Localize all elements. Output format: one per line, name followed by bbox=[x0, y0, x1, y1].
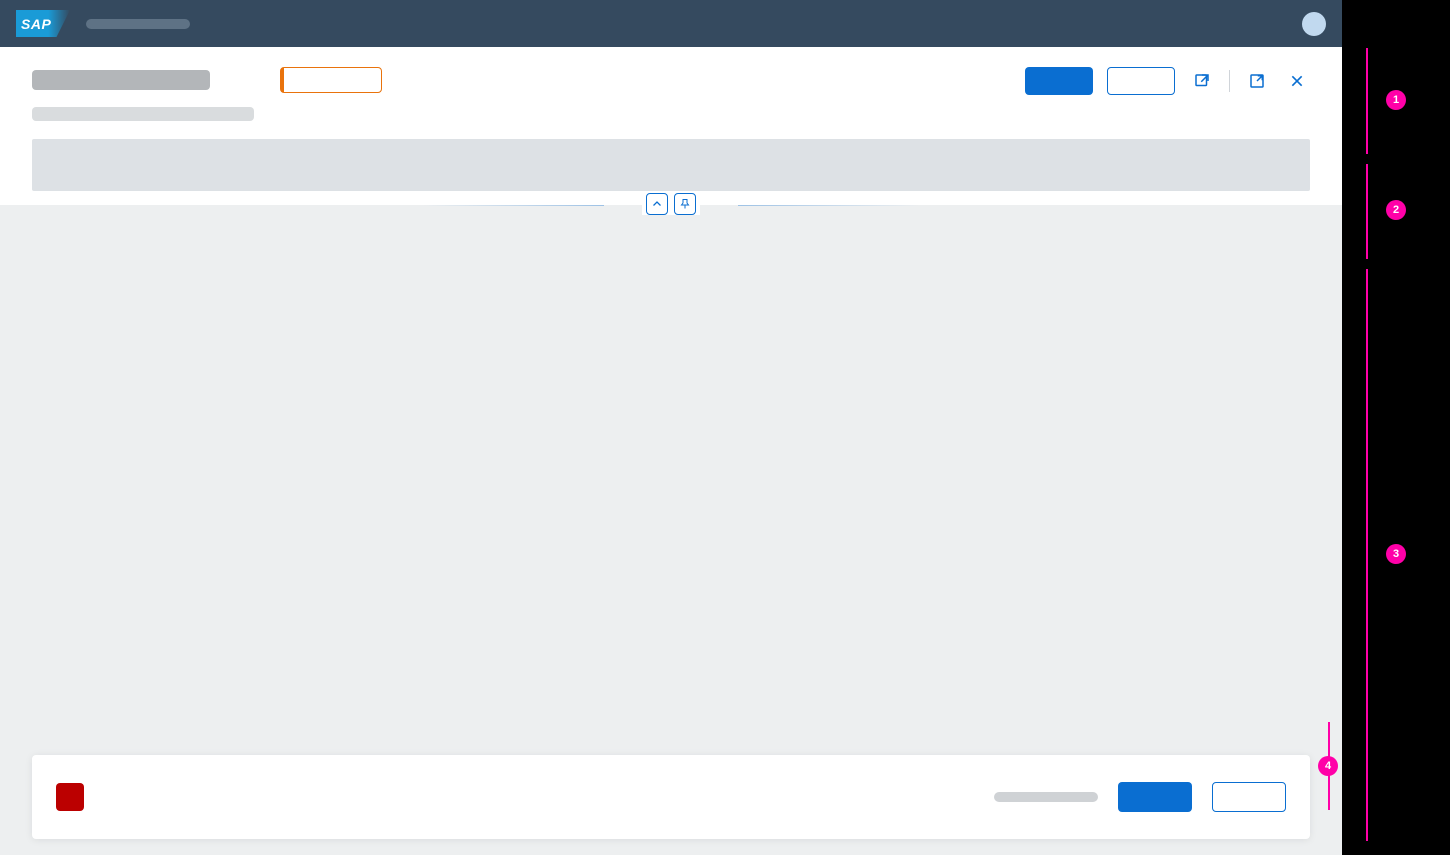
status-chip bbox=[280, 67, 382, 93]
shell-header: SAP bbox=[0, 0, 1342, 47]
footer-secondary-button[interactable] bbox=[1212, 782, 1286, 812]
page-header bbox=[0, 47, 1342, 205]
shell-header-left: SAP bbox=[16, 10, 190, 37]
title-row bbox=[32, 67, 1310, 121]
collapse-buttons-group bbox=[642, 193, 700, 215]
collapse-line-left bbox=[0, 205, 604, 206]
fullscreen-icon[interactable] bbox=[1244, 68, 1270, 94]
pin-icon[interactable] bbox=[674, 193, 696, 215]
footer-bar bbox=[32, 755, 1310, 839]
annotation-bracket-3 bbox=[1366, 269, 1368, 841]
info-bar bbox=[32, 139, 1310, 191]
annotation-bracket-2 bbox=[1366, 164, 1368, 259]
header-secondary-button[interactable] bbox=[1107, 67, 1175, 95]
footer-primary-button[interactable] bbox=[1118, 782, 1192, 812]
footer-left bbox=[56, 783, 100, 811]
footer-hint-placeholder bbox=[994, 792, 1098, 802]
title-line bbox=[32, 67, 382, 93]
sap-logo[interactable]: SAP bbox=[16, 10, 70, 37]
annotation-callout-4: 4 bbox=[1318, 756, 1338, 776]
user-avatar[interactable] bbox=[1302, 12, 1326, 36]
annotation-callout-2: 2 bbox=[1386, 200, 1406, 220]
footer-right bbox=[994, 782, 1286, 812]
close-icon[interactable] bbox=[1284, 68, 1310, 94]
annotation-panel: 1 2 3 4 bbox=[1342, 0, 1450, 855]
title-actions bbox=[1025, 67, 1310, 95]
header-primary-button[interactable] bbox=[1025, 67, 1093, 95]
vertical-divider bbox=[1229, 70, 1230, 92]
title-left bbox=[32, 67, 382, 121]
chevron-up-icon[interactable] bbox=[646, 193, 668, 215]
page-title-placeholder bbox=[32, 70, 210, 90]
collapse-line-right bbox=[738, 205, 1342, 206]
share-icon[interactable] bbox=[1189, 68, 1215, 94]
shell-title-placeholder bbox=[86, 19, 190, 29]
annotation-callout-1: 1 bbox=[1386, 90, 1406, 110]
app-area: SAP bbox=[0, 0, 1342, 855]
annotation-bracket-1 bbox=[1366, 48, 1368, 154]
error-indicator-icon[interactable] bbox=[56, 783, 84, 811]
annotation-callout-3: 3 bbox=[1386, 544, 1406, 564]
page-subtitle-placeholder bbox=[32, 107, 254, 121]
